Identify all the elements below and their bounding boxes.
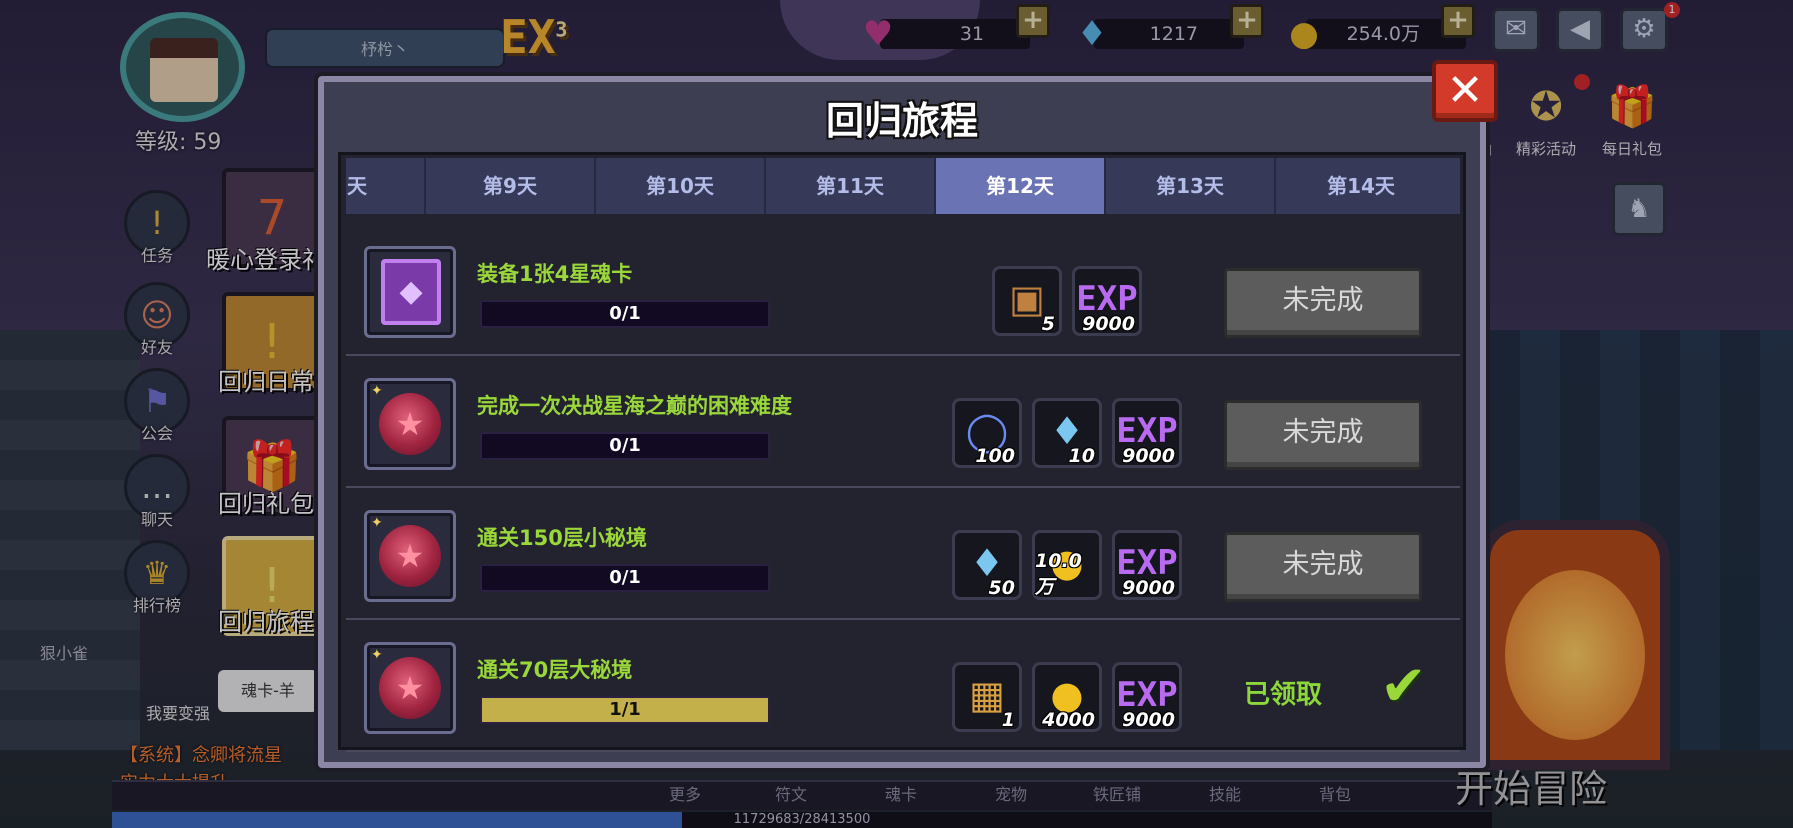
reward-item[interactable]: EXP 9000 [1112,530,1182,600]
dialog-title: 回归旅程 [825,99,978,143]
reward-qty: 9000 [1122,577,1175,599]
reward-item[interactable]: ● 4000 [1032,662,1102,732]
star-gem-icon: ★ [379,657,441,719]
sparkle-icon: ✦ [371,647,383,663]
tab-day-10[interactable]: 第10天 [596,158,766,214]
task-progress-bar: 0/1 [480,564,770,592]
task-progress-text: 0/1 [609,303,641,324]
status-button[interactable]: 未完成 [1224,400,1422,470]
status-button[interactable]: 未完成 [1224,268,1422,338]
tab-day-12[interactable]: 第12天 [936,158,1106,214]
reward-qty: 10 [1068,445,1095,467]
task-title: 通关70层大秘境 [477,658,633,682]
reward-qty: 1 [1001,709,1015,731]
task-row: ✦ ★ 通关150层小秘境 0/1 ♦ 50 ● 10.0万 EXP 9000 未完成 [346,492,1460,620]
tab-day-14[interactable]: 第14天 [1276,158,1446,214]
sparkle-icon: ✦ [371,383,383,399]
task-title: 完成一次决战星海之巅的困难难度 [477,394,792,418]
return-journey-dialog: 回归旅程 第8天 第9天 第10天 第11天 第12天 第13天 第14天 ◆ … [318,76,1486,768]
reward-qty: 5 [1041,313,1055,335]
reward-item[interactable]: ▣ 5 [992,266,1062,336]
reward-qty: 9000 [1122,445,1175,467]
reward-item[interactable]: EXP 9000 [1112,662,1182,732]
tab-day-9[interactable]: 第9天 [426,158,596,214]
tab-day-11[interactable]: 第11天 [766,158,936,214]
task-progress-text: 0/1 [609,435,641,456]
sparkle-icon: ✦ [371,515,383,531]
reward-qty: 50 [988,577,1015,599]
tab-day-8[interactable]: 第8天 [346,158,426,214]
reward-item[interactable]: ◯ 100 [952,398,1022,468]
day-tabs: 第8天 第9天 第10天 第11天 第12天 第13天 第14天 [346,158,1460,214]
reward-qty: 10.0万 [1035,550,1082,598]
task-icon-frame: ✦ ★ [364,510,456,602]
star-gem-icon: ★ [379,393,441,455]
soul-card-icon: ◆ [381,259,441,325]
task-row: ✦ ★ 通关70层大秘境 1/1 ▦ 1 ● 4000 EXP 9000 已领取 ✔ [346,624,1460,752]
reward-qty: 9000 [1122,709,1175,731]
reward-item[interactable]: ♦ 10 [1032,398,1102,468]
task-icon-frame: ◆ [364,246,456,338]
reward-item[interactable]: ▦ 1 [952,662,1022,732]
star-gem-icon: ★ [379,525,441,587]
reward-item[interactable]: EXP 9000 [1112,398,1182,468]
reward-qty: 9000 [1082,313,1135,335]
task-icon-frame: ✦ ★ [364,378,456,470]
close-button[interactable]: ✕ [1432,60,1498,122]
checkmark-icon: ✔ [1380,654,1427,719]
claimed-label: 已领取 [1244,680,1323,710]
task-progress-bar: 0/1 [480,432,770,460]
task-progress-bar: 1/1 [480,696,770,724]
reward-item[interactable]: EXP 9000 [1072,266,1142,336]
task-icon-frame: ✦ ★ [364,642,456,734]
task-progress-text: 0/1 [609,567,641,588]
task-progress-bar: 0/1 [480,300,770,328]
task-row: ✦ ★ 完成一次决战星海之巅的困难难度 0/1 ◯ 100 ♦ 10 EXP 9000 … [346,360,1460,488]
reward-qty: 4000 [1042,709,1095,731]
tab-day-13[interactable]: 第13天 [1106,158,1276,214]
reward-item[interactable]: ♦ 50 [952,530,1022,600]
task-row: ◆ 装备1张4星魂卡 0/1 ▣ 5 EXP 9000 未完成 [346,228,1460,356]
task-progress-text: 1/1 [609,699,641,720]
reward-qty: 100 [975,445,1015,467]
status-button[interactable]: 未完成 [1224,532,1422,602]
task-title: 装备1张4星魂卡 [477,262,633,286]
reward-item[interactable]: ● 10.0万 [1032,530,1102,600]
task-title: 通关150层小秘境 [477,526,647,550]
